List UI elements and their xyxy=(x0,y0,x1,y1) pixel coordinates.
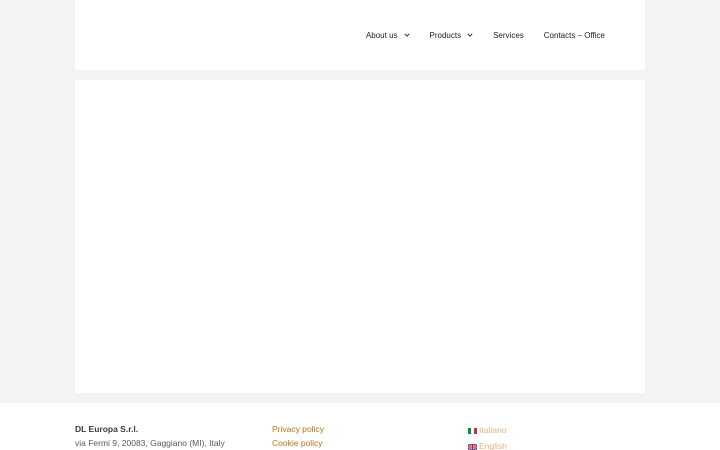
language-label: Italiano xyxy=(479,425,507,436)
language-switcher: Italiano English xyxy=(468,423,507,450)
cookie-policy-link[interactable]: Cookie policy xyxy=(272,437,324,450)
nav-item-about-us[interactable]: About us xyxy=(356,31,420,40)
nav-item-label: Services xyxy=(493,30,524,40)
main-content xyxy=(75,80,645,393)
nav-item-label: Contacts – Office xyxy=(543,30,605,40)
company-address: via Fermi 9, 20083, Gaggiano (MI), Italy xyxy=(75,437,225,448)
nav-item-services[interactable]: Services xyxy=(483,31,534,40)
uk-flag-icon xyxy=(468,444,477,450)
footer-company-info: DL Europa S.r.l. via Fermi 9, 20083, Gag… xyxy=(75,423,225,450)
chevron-down-icon xyxy=(403,32,410,38)
nav-item-contacts-office[interactable]: Contacts – Office xyxy=(534,31,615,40)
site-footer: DL Europa S.r.l. via Fermi 9, 20083, Gag… xyxy=(0,403,720,450)
privacy-policy-link[interactable]: Privacy policy xyxy=(272,423,324,437)
italy-flag-icon xyxy=(468,428,477,434)
nav-item-label: About us xyxy=(365,30,398,40)
main-navigation: About us Products Services Contacts – Of… xyxy=(356,0,615,70)
language-english-link[interactable]: English xyxy=(468,439,507,450)
nav-item-label: Products xyxy=(429,30,462,40)
footer-policy-links: Privacy policy Cookie policy xyxy=(272,423,324,450)
page: About us Products Services Contacts – Of… xyxy=(0,0,720,450)
chevron-down-icon xyxy=(467,32,473,38)
language-italiano-link[interactable]: Italiano xyxy=(468,423,507,439)
site-header: About us Products Services Contacts – Of… xyxy=(75,0,645,70)
language-label: English xyxy=(479,441,507,450)
company-name: DL Europa S.r.l. xyxy=(75,424,139,434)
nav-item-products[interactable]: Products xyxy=(420,31,484,40)
